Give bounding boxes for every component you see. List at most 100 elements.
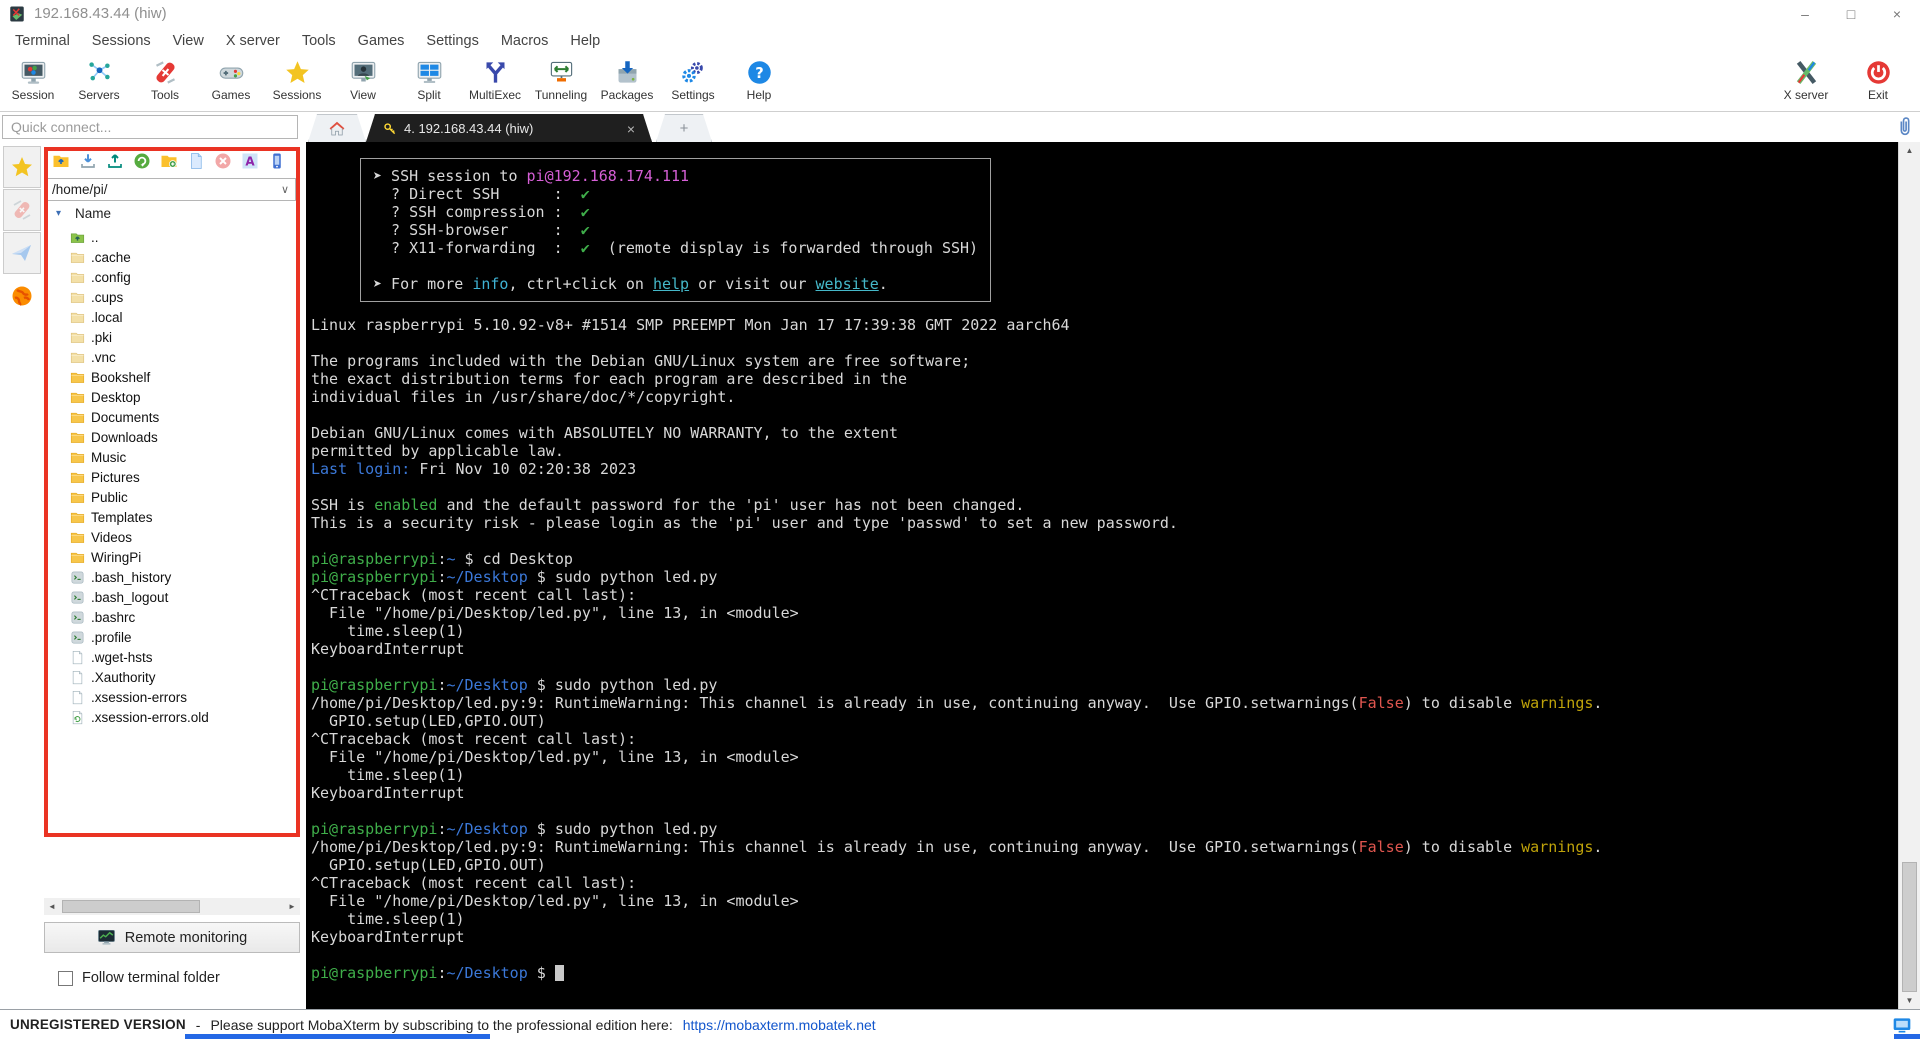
path-dropdown[interactable]: /home/pi/ ∨ [46,178,296,201]
toolbar-button-games[interactable]: Games [198,59,264,102]
scroll-up-icon[interactable]: ▲ [1899,142,1920,159]
upload-icon[interactable] [106,152,124,170]
font-icon[interactable]: A [241,152,259,170]
menu-item-macros[interactable]: Macros [490,33,560,49]
folder-up-icon[interactable] [52,152,70,170]
file-row-documents[interactable]: Documents [44,407,300,427]
file-name: .bashrc [91,609,136,625]
file-row--config[interactable]: .config [44,267,300,287]
tab-close-icon[interactable]: × [627,121,635,137]
delete-icon[interactable] [214,152,232,170]
folder-icon [70,410,85,425]
toolbar-button-servers[interactable]: Servers [66,59,132,102]
new-tab-button[interactable]: + [656,114,712,142]
menu-item-help[interactable]: Help [559,33,611,49]
toolbar-button-sessions[interactable]: Sessions [264,59,330,102]
toolbar-button-x-server[interactable]: X server [1770,59,1842,102]
attachments-paperclip-icon[interactable] [1894,116,1916,138]
file-row--xsession-errors[interactable]: .xsession-errors [44,687,300,707]
strip-tab-macros-plane-icon[interactable] [3,232,41,274]
remote-monitoring-button[interactable]: Remote monitoring [44,922,300,953]
strip-tab-sftp-globe-icon[interactable] [3,275,41,317]
minimize-button[interactable]: – [1782,0,1828,27]
toolbar-button-split[interactable]: Split [396,59,462,102]
terminal-line: GPIO.setup(LED,GPIO.OUT) [311,856,546,874]
menu-item-tools[interactable]: Tools [291,33,347,49]
strip-tab-tools-knife-icon[interactable] [3,189,41,231]
window-edge-highlight-left [185,1034,490,1039]
tab-home[interactable] [308,114,366,142]
file-row--profile[interactable]: .profile [44,627,300,647]
file-row-public[interactable]: Public [44,487,300,507]
quick-connect-input[interactable] [2,115,298,139]
scroll-right-icon[interactable]: ► [284,902,300,911]
status-monitor-icon[interactable] [1892,1015,1912,1035]
file-icon [70,670,85,685]
file-name: .xsession-errors.old [91,709,209,725]
packages-icon [614,59,641,86]
file-row-videos[interactable]: Videos [44,527,300,547]
follow-checkbox[interactable] [58,970,73,986]
vscroll-thumb[interactable] [1902,862,1917,992]
file-row-wiringpi[interactable]: WiringPi [44,547,300,567]
scroll-down-icon[interactable]: ▼ [1899,992,1920,1009]
file-row--cache[interactable]: .cache [44,247,300,267]
terminal-vscrollbar[interactable]: ▲ ▼ [1898,142,1920,1009]
file-row--wget-hsts[interactable]: .wget-hsts [44,647,300,667]
menu-item-terminal[interactable]: Terminal [4,33,81,49]
terminal-line: pi@raspberrypi:~/Desktop $ sudo python l… [311,676,718,694]
file-list-header[interactable]: ▾ Name [44,201,300,225]
toolbar-button-session[interactable]: Session [0,59,66,102]
file-row--bashrc[interactable]: .bashrc [44,607,300,627]
file-row--pki[interactable]: .pki [44,327,300,347]
view-icon [350,59,377,86]
file-row--xauthority[interactable]: .Xauthority [44,667,300,687]
new-file-icon[interactable] [187,152,205,170]
new-folder-icon[interactable] [160,152,178,170]
terminal-screen[interactable]: ➤ SSH session to pi@192.168.174.111 ? Di… [306,142,1898,1009]
refresh-icon[interactable] [133,152,151,170]
close-button[interactable]: × [1874,0,1920,27]
mobatek-link[interactable]: https://mobaxterm.mobatek.net [683,1017,876,1033]
download-icon[interactable] [79,152,97,170]
file-row--xsession-errors-old[interactable]: .xsession-errors.old [44,707,300,727]
file-row-music[interactable]: Music [44,447,300,467]
device-icon[interactable] [268,152,286,170]
menu-item-settings[interactable]: Settings [415,33,489,49]
toolbar-button-packages[interactable]: Packages [594,59,660,102]
file-row--local[interactable]: .local [44,307,300,327]
follow-terminal-folder[interactable]: Follow terminal folder [58,970,220,986]
strip-tab-sessions-star-icon[interactable] [3,146,41,188]
file-row-desktop[interactable]: Desktop [44,387,300,407]
toolbar-label: Tunneling [534,88,588,102]
hscroll-thumb[interactable] [62,900,200,913]
terminal-line: permitted by applicable law. [311,442,564,460]
file-row--bash-logout[interactable]: .bash_logout [44,587,300,607]
toolbar-button-tunneling[interactable]: Tunneling [528,59,594,102]
file-row--vnc[interactable]: .vnc [44,347,300,367]
menu-item-games[interactable]: Games [347,33,416,49]
menu-item-view[interactable]: View [162,33,215,49]
menu-item-x-server[interactable]: X server [215,33,291,49]
scroll-left-icon[interactable]: ◄ [44,902,60,911]
file-row-pictures[interactable]: Pictures [44,467,300,487]
tab-label: 4. 192.168.43.44 (hiw) [404,121,534,136]
file-list-hscrollbar[interactable]: ◄ ► [44,898,300,915]
toolbar-button-exit[interactable]: Exit [1842,59,1914,102]
toolbar-button-settings[interactable]: Settings [660,59,726,102]
folder-up-list-icon [70,230,85,245]
toolbar-button-help[interactable]: ? Help [726,59,792,102]
file-row--[interactable]: .. [44,227,300,247]
menu-item-sessions[interactable]: Sessions [81,33,162,49]
file-row--bash-history[interactable]: .bash_history [44,567,300,587]
tab-active-session[interactable]: 4. 192.168.43.44 (hiw) × [366,114,652,142]
file-name: .local [91,309,123,325]
file-row-downloads[interactable]: Downloads [44,427,300,447]
maximize-button[interactable]: □ [1828,0,1874,27]
file-row-bookshelf[interactable]: Bookshelf [44,367,300,387]
toolbar-button-view[interactable]: View [330,59,396,102]
file-row-templates[interactable]: Templates [44,507,300,527]
toolbar-button-tools[interactable]: Tools [132,59,198,102]
toolbar-button-multiexec[interactable]: MultiExec [462,59,528,102]
file-row--cups[interactable]: .cups [44,287,300,307]
